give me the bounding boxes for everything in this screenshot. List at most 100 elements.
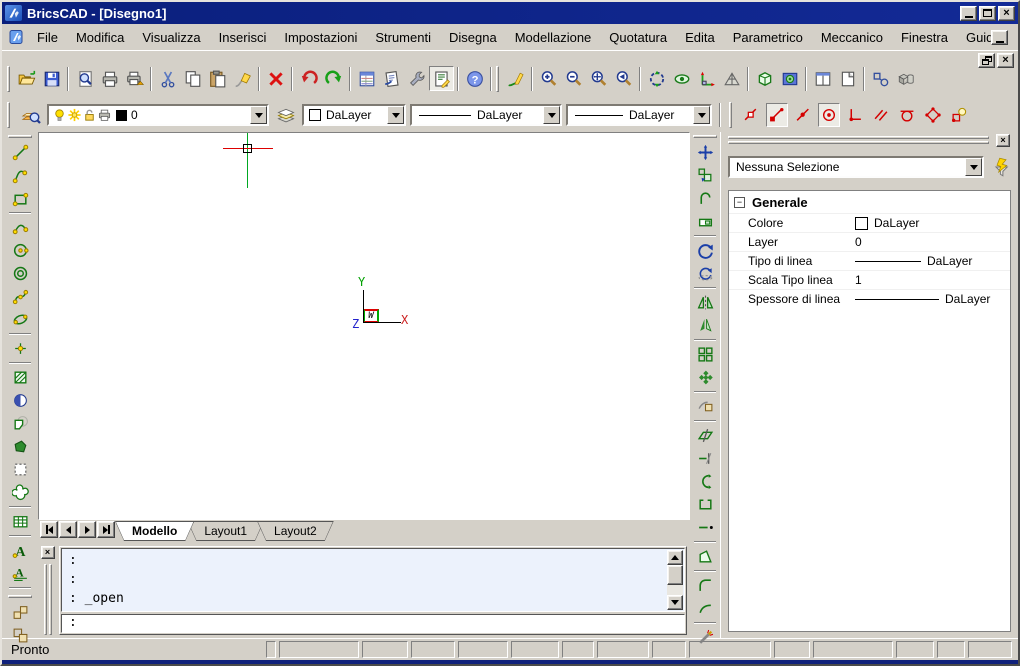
command-close-button[interactable]: × [41,546,55,559]
point-button[interactable] [8,337,33,360]
menu-item-edita[interactable]: Edita [676,27,724,48]
maximize-button[interactable] [979,6,996,21]
menu-item-modifica[interactable]: Modifica [67,27,133,48]
layer-explorer-button[interactable] [18,103,43,128]
trim-button[interactable] [693,424,718,447]
ellipse-button[interactable] [8,308,33,331]
rotate-button[interactable] [693,239,718,262]
select-entities-button[interactable] [868,66,893,91]
toolbar-grip[interactable] [729,102,732,128]
tab-previous-button[interactable] [59,521,77,538]
lengthen-button[interactable] [693,516,718,539]
region-button[interactable] [8,389,33,412]
toolbar-grip[interactable] [8,135,32,138]
donut-button[interactable] [8,262,33,285]
fillet-button[interactable] [693,574,718,597]
toolbar-grip[interactable] [8,595,32,598]
chamfer-button[interactable] [693,545,718,568]
blend-button[interactable] [693,597,718,620]
command-scrollbar[interactable] [667,550,683,610]
copy-nested-button[interactable] [693,395,718,418]
status-panel[interactable] [813,641,893,658]
status-panel[interactable] [968,641,1012,658]
menu-item-parametrico[interactable]: Parametrico [724,27,812,48]
join-button[interactable] [693,493,718,516]
arc-button[interactable] [8,216,33,239]
toolbar-grip[interactable] [7,102,10,128]
drawing-explorer-button[interactable] [429,66,454,91]
spline-button[interactable] [8,285,33,308]
snap-parallel-button[interactable] [870,103,892,127]
panel-close-button[interactable]: × [996,134,1010,147]
break-button[interactable] [693,470,718,493]
status-panel[interactable] [896,641,934,658]
panel-grab-handle[interactable]: × [728,136,989,148]
properties-list-button[interactable] [354,66,379,91]
tab-layout1[interactable]: Layout1 [187,521,264,541]
snap-nearest-button[interactable] [740,103,762,127]
solids-button[interactable] [893,66,918,91]
circle-button[interactable] [8,239,33,262]
menu-item-finestra[interactable]: Finestra [892,27,957,48]
tab-next-button[interactable] [78,521,96,538]
sketch-button[interactable] [503,66,528,91]
menu-item-disegna[interactable]: Disegna [440,27,506,48]
snap-insertion-button[interactable] [948,103,970,127]
real-time-motion-button[interactable] [644,66,669,91]
array-button[interactable] [693,343,718,366]
scroll-up-button[interactable] [667,550,683,565]
zoom-out-button[interactable] [561,66,586,91]
redo-button[interactable] [321,66,346,91]
tab-modello[interactable]: Modello [115,521,194,541]
layer-combobox[interactable]: 0 [47,104,269,126]
selection-dropdown-button[interactable] [965,158,982,176]
boundary-button[interactable] [8,412,33,435]
tab-last-button[interactable] [97,521,115,538]
cut-button[interactable] [155,66,180,91]
mirror-button[interactable] [693,291,718,314]
notes-button[interactable] [379,66,404,91]
hatch-button[interactable] [8,366,33,389]
status-panel[interactable] [689,641,771,658]
array-3d-button[interactable] [693,366,718,389]
status-panel[interactable] [279,641,359,658]
new-window-button[interactable] [835,66,860,91]
status-panel[interactable] [266,641,276,658]
solid-button[interactable] [8,435,33,458]
line-button[interactable] [8,141,33,164]
menu-item-visualizza[interactable]: Visualizza [133,27,209,48]
save-button[interactable] [39,66,64,91]
snap-tangent-button[interactable] [896,103,918,127]
menu-item-file[interactable]: File [28,27,67,48]
zoom-extents-button[interactable] [586,66,611,91]
zoom-in-button[interactable] [536,66,561,91]
print-button[interactable] [97,66,122,91]
help-button[interactable]: ? [462,66,487,91]
ucs-axes-button[interactable] [694,66,719,91]
snap-perpendicular-button[interactable] [844,103,866,127]
color-combobox[interactable]: DaLayer [302,104,406,126]
status-panel[interactable] [458,641,508,658]
status-panel[interactable] [511,641,559,658]
open-button[interactable] [14,66,39,91]
tab-first-button[interactable] [40,521,58,538]
status-panel[interactable] [937,641,965,658]
scrollbar-track[interactable] [667,585,683,595]
wipeout-button[interactable] [8,458,33,481]
copy-entities-button[interactable] [693,164,718,187]
copy-button[interactable] [180,66,205,91]
mdi-minimize-button[interactable] [991,30,1008,45]
offset-button[interactable] [693,187,718,210]
mdi-restore-button[interactable] [978,53,995,68]
command-history[interactable]: : : : _open [61,548,685,612]
mirror-3d-button[interactable] [693,314,718,337]
menu-item-modellazione[interactable]: Modellazione [506,27,601,48]
tile-windows-button[interactable] [810,66,835,91]
render-button[interactable] [777,66,802,91]
linetype-combobox[interactable]: DaLayer [410,104,562,126]
export-button[interactable] [122,66,147,91]
property-row[interactable]: Scala Tipo linea 1 [729,270,1010,289]
menu-item-quotatura[interactable]: Quotatura [600,27,676,48]
drawing-canvas[interactable]: Y W X Z [38,132,690,520]
status-panel[interactable] [362,641,408,658]
